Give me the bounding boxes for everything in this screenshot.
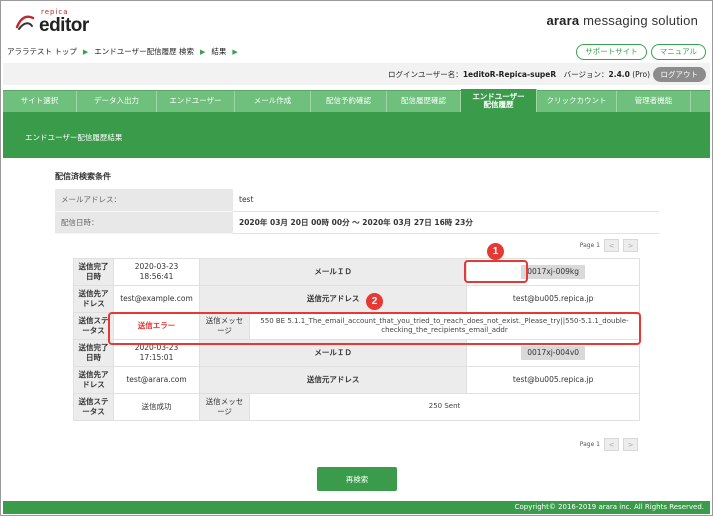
sender-label: 送信元アドレス (198, 366, 468, 394)
manual-button[interactable]: マニュアル (650, 44, 706, 60)
highlight-error-row (108, 312, 641, 345)
logo-big-text: editor (39, 15, 89, 36)
prev-page-button[interactable]: < (604, 239, 619, 252)
main-nav: サイト選択 データ入出力 エンドユーザー メール作成 配信予約確認 配信履歴確認 エンドユー… (3, 89, 710, 113)
page-label: Page 1 (579, 441, 600, 448)
nav-tab-4[interactable]: 配信予約確認 (311, 91, 387, 112)
breadcrumb-search[interactable]: エンドユーザー配信履歴 検索 (94, 46, 194, 57)
research-button[interactable]: 再検索 (317, 467, 397, 491)
highlight-mail-id (464, 260, 528, 283)
logo-icon (15, 15, 35, 30)
nav-tab-3[interactable]: メール作成 (235, 91, 311, 112)
email-label: メールアドレス： (55, 189, 233, 212)
table-row: 送信ステータス 送信成功 送信メッセージ 250 Sent (73, 393, 640, 421)
completed-value: 2020-03-23 18:56:41 (113, 258, 200, 286)
status-label: 送信ステータス (73, 393, 114, 421)
nav-tab-8[interactable]: 管理者機能 (617, 91, 691, 112)
version-number: 2.4.0 (608, 70, 630, 79)
pager-bottom: Page 1 < > (580, 438, 638, 451)
user-info-bar: ログインユーザー名：1editoR-Repica-supeR バージョン：2.4… (3, 63, 710, 85)
nav-tab-2[interactable]: エンドユーザー (157, 91, 235, 112)
recipient-value: test@arara.com (113, 366, 200, 394)
logout-button[interactable]: ログアウト (652, 67, 706, 82)
message-label: 送信メッセージ (199, 393, 250, 421)
breadcrumb-result: 結果 (211, 47, 227, 56)
support-site-button[interactable]: サポートサイト (576, 44, 647, 60)
callout-badge-1: 1 (487, 243, 504, 260)
user-info: ログインユーザー名：1editoR-Repica-supeR バージョン：2.4… (387, 70, 650, 79)
login-user: 1editoR-Repica-supeR (462, 70, 557, 79)
app-window: repica editor arara messaging solution ア… (0, 0, 713, 516)
sender-label: 送信元アドレス (198, 285, 468, 313)
mail-id-value[interactable]: 0017xj-004v0 (521, 345, 586, 361)
brand-prefix: arara (546, 13, 580, 28)
pager-top: Page 1 < > (580, 239, 638, 252)
nav-tab-1[interactable]: データ入出力 (77, 91, 157, 112)
nav-tab-0[interactable]: サイト選択 (3, 91, 77, 112)
breadcrumb-arrow-icon: ▶ (200, 47, 206, 56)
table-row: 送信完了日時 2020-03-23 18:56:41 メールＩＤ 0017xj-… (73, 258, 640, 286)
brand-suffix: messaging solution (579, 13, 698, 28)
recipient-label: 送信先アドレス (73, 285, 114, 313)
breadcrumb-arrow-icon: ▶ (82, 47, 89, 56)
date-label: 配信日時： (55, 211, 233, 234)
breadcrumb-arrow-icon: ▶ (232, 47, 238, 56)
breadcrumb-top[interactable]: アララテスト トップ (7, 46, 77, 57)
date-value: 2020年 03月 20日 00時 00分 ～ 2020年 03月 27日 16… (233, 211, 659, 234)
completed-label: 送信完了日時 (73, 258, 114, 286)
prev-page-button[interactable]: < (604, 438, 619, 451)
nav-tab-5[interactable]: 配信履歴確認 (387, 91, 461, 112)
message-value: 250 Sent (249, 393, 640, 421)
nav-tab-6[interactable]: エンドユーザー配信履歴 (461, 89, 537, 113)
callout-badge-2: 2 (366, 293, 383, 310)
breadcrumb: アララテスト トップ ▶ エンドユーザー配信履歴 検索 ▶ 結果 ▶ (7, 46, 244, 57)
page-label: Page 1 (579, 242, 600, 249)
recipient-value: test@example.com (113, 285, 200, 313)
next-page-button[interactable]: > (623, 438, 638, 451)
table-row: 送信先アドレス test@arara.com 送信元アドレス test@bu00… (73, 366, 640, 394)
condition-title: 配信済検索条件 (55, 172, 111, 181)
table-row: 送信先アドレス test@example.com 送信元アドレス test@bu… (73, 285, 640, 313)
page-banner: エンドユーザー配信履歴結果 (3, 112, 710, 158)
nav-tab-7[interactable]: クリックカウント (537, 91, 617, 112)
repica-editor-logo[interactable]: repica editor (15, 9, 89, 35)
sender-value: test@bu005.repica.jp (466, 285, 640, 313)
sender-value: test@bu005.repica.jp (466, 366, 640, 394)
next-page-button[interactable]: > (623, 239, 638, 252)
mail-id-label: メールＩＤ (198, 258, 468, 286)
condition-table: メールアドレス： test 配信日時： 2020年 03月 20日 00時 00… (55, 189, 659, 234)
page-title: エンドユーザー配信履歴結果 (25, 133, 123, 142)
completed-label: 送信完了日時 (73, 339, 114, 367)
status-value-success: 送信成功 (113, 393, 200, 421)
recipient-label: 送信先アドレス (73, 366, 114, 394)
mail-id-value[interactable]: 0017xj-009kg (521, 264, 585, 280)
brand-logo: arara messaging solution (546, 13, 698, 28)
email-value: test (233, 189, 659, 212)
footer-copyright: Copyright© 2016-2019 arara inc. All Righ… (3, 501, 710, 514)
